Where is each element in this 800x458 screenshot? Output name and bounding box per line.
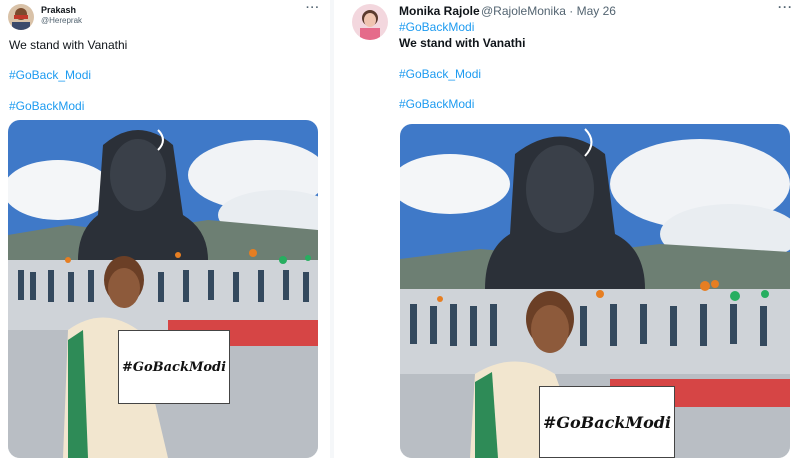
hashtag-link[interactable]: #GoBackModi	[399, 97, 474, 111]
more-options-icon[interactable]: ···	[778, 0, 793, 14]
tweet-text: We stand with Vanathi	[399, 36, 526, 50]
hashtag-link[interactable]: #GoBackModi	[9, 99, 84, 113]
author-name[interactable]: Prakash	[41, 5, 76, 15]
placard: #GoBackModi	[118, 330, 230, 404]
tweet-text: We stand with Vanathi	[9, 38, 128, 52]
hashtag-link[interactable]: #GoBack_Modi	[399, 67, 481, 81]
author-handle[interactable]: @RajoleMonika · May 26	[481, 4, 616, 18]
tweet-photo[interactable]	[8, 120, 318, 458]
placard: #GoBackModi	[539, 386, 675, 458]
author-avatar[interactable]	[352, 4, 388, 40]
author-handle[interactable]: @Hereprak	[41, 16, 82, 25]
author-avatar[interactable]	[8, 4, 34, 30]
placard-text: #GoBackModi	[542, 412, 672, 432]
hashtag-link[interactable]: #GoBack_Modi	[9, 68, 91, 82]
right-tweet: Monika Rajole @RajoleMonika · May 26 ···…	[334, 0, 800, 458]
left-tweet: Prakash @Hereprak ··· We stand with Vana…	[0, 0, 330, 458]
tweet-date: May 26	[576, 4, 616, 18]
author-name[interactable]: Monika Rajole	[399, 4, 480, 18]
hashtag-link[interactable]: #GoBackModi	[399, 20, 474, 34]
placard-text: #GoBackModi	[121, 359, 227, 375]
more-options-icon[interactable]: ···	[306, 2, 320, 14]
